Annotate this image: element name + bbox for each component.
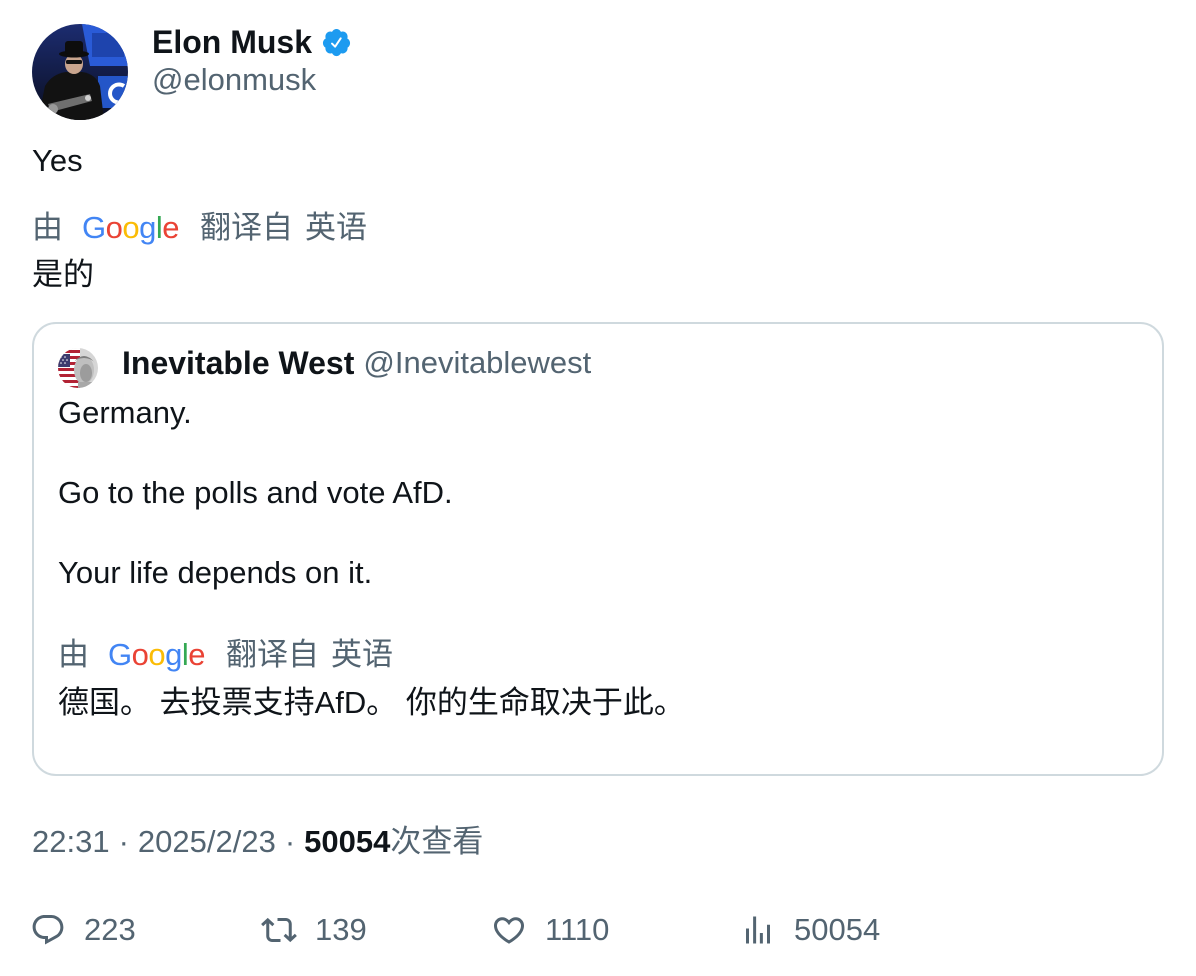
reply-button[interactable]: 223: [30, 912, 136, 948]
google-logo-letter: o: [105, 210, 123, 245]
translation-by-label: 由: [58, 637, 89, 672]
quoted-tweet-paragraph: Your life depends on it.: [58, 555, 373, 590]
retweet-count: 139: [315, 912, 367, 947]
reply-count: 223: [84, 912, 136, 947]
quoted-author-avatar[interactable]: [58, 348, 98, 388]
view-count-label: 次查看: [390, 824, 484, 859]
like-button[interactable]: 1110: [491, 912, 609, 948]
reply-icon: [30, 912, 66, 948]
author-avatar[interactable]: [32, 24, 128, 120]
author-avatar-image: [32, 24, 128, 120]
quoted-author-row: Inevitable West @Inevitablewest: [122, 343, 591, 383]
quoted-author-avatar-image: [58, 348, 98, 388]
google-logo-letter: o: [148, 637, 166, 672]
author-handle[interactable]: @elonmusk: [152, 60, 316, 100]
author-name[interactable]: Elon Musk: [152, 22, 312, 62]
tweet-date[interactable]: 2025/2/23: [138, 822, 276, 862]
quoted-tweet[interactable]: Inevitable West @Inevitablewest Germany.…: [32, 322, 1164, 776]
google-logo: Google: [82, 208, 180, 248]
google-logo-letter: G: [108, 637, 132, 672]
heart-icon: [491, 912, 527, 948]
google-logo-letter: o: [131, 637, 149, 672]
quoted-tweet-text: Germany. Go to the polls and vote AfD. Y…: [58, 393, 453, 593]
source-language-label: 英语: [305, 210, 368, 245]
google-logo-letter: G: [82, 210, 106, 245]
retweet-icon: [261, 912, 297, 948]
google-logo-letter: e: [188, 637, 206, 672]
like-count: 1110: [545, 912, 610, 947]
google-logo-letter: o: [122, 210, 140, 245]
separator-dot: ·: [284, 824, 296, 859]
quoted-translated-text: 德国。 去投票支持AfD。 你的生命取决于此。: [58, 685, 685, 720]
translated-from-label: 翻译自: [200, 210, 294, 245]
verified-badge-svg: [322, 28, 351, 56]
google-logo-letter: g: [139, 210, 156, 245]
views-count: 50054: [794, 912, 881, 947]
separator-dot: ·: [118, 824, 129, 859]
quoted-author-handle[interactable]: @Inevitablewest: [363, 343, 591, 383]
verified-badge-icon[interactable]: [321, 27, 352, 58]
translated-tweet-text: 是的: [32, 257, 94, 292]
translation-by-label: 由: [32, 210, 63, 245]
tweet-metadata: 22:31 · 2025/2/23 · 50054 次查看: [32, 822, 483, 862]
tweet-detail-page: Elon Musk @elonmusk Yes 由 Google 翻译自 英语 …: [0, 0, 1196, 976]
retweet-button[interactable]: 139: [261, 912, 367, 948]
translated-from-label: 翻译自: [226, 637, 320, 672]
tweet-time[interactable]: 22:31: [32, 822, 110, 862]
translation-attribution: 由 Google 翻译自 英语: [32, 208, 367, 248]
views-icon: [740, 912, 776, 948]
quoted-author-name[interactable]: Inevitable West: [122, 343, 354, 383]
google-logo-letter: e: [162, 210, 180, 245]
views-button[interactable]: 50054: [740, 912, 880, 948]
quoted-translation-attribution: 由 Google 翻译自 英语: [58, 635, 393, 675]
google-logo: Google: [108, 635, 206, 675]
google-logo-letter: g: [165, 637, 182, 672]
view-count: 50054: [304, 824, 391, 859]
author-name-row: Elon Musk: [152, 22, 352, 62]
quoted-tweet-paragraph: Germany.: [58, 395, 192, 430]
quoted-tweet-paragraph: Go to the polls and vote AfD.: [58, 475, 453, 510]
tweet-text: Yes: [32, 143, 83, 178]
source-language-label: 英语: [331, 637, 394, 672]
